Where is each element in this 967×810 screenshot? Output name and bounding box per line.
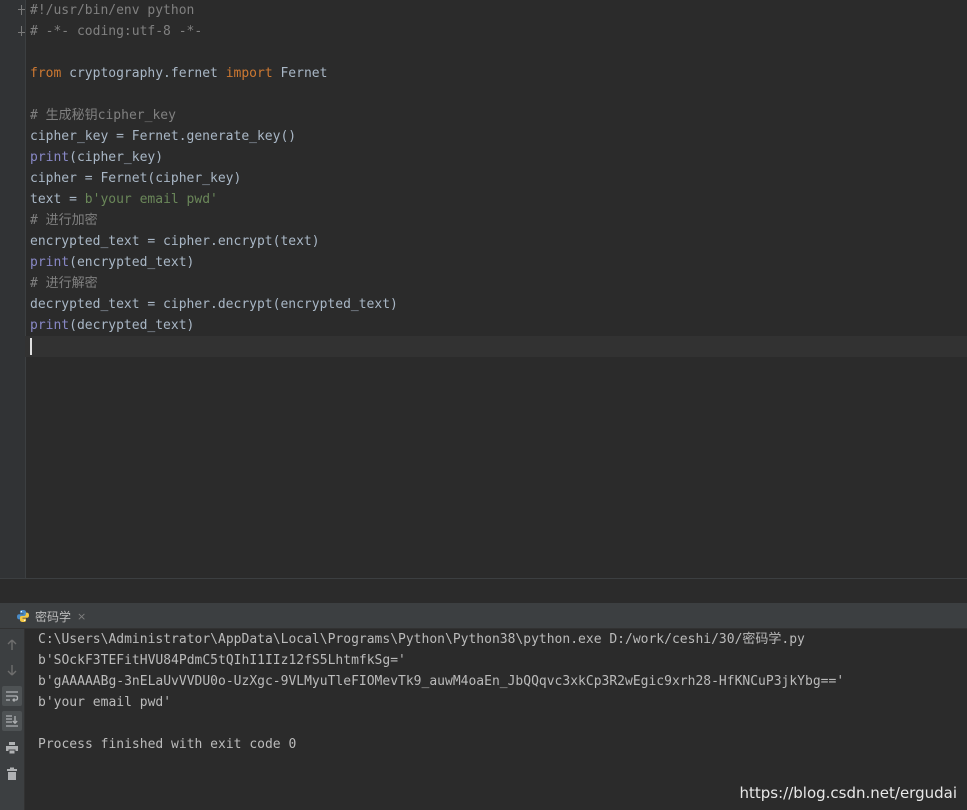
code-token: cipher = Fernet(cipher_key) bbox=[30, 171, 242, 186]
code-token: (decrypted_text) bbox=[69, 318, 195, 333]
code-line[interactable]: text = b'your email pwd' bbox=[30, 189, 967, 210]
code-line[interactable] bbox=[25, 336, 967, 357]
code-line[interactable] bbox=[30, 84, 967, 105]
code-token: cipher_key = Fernet.generate_key() bbox=[30, 129, 297, 144]
console-line: C:\Users\Administrator\AppData\Local\Pro… bbox=[38, 632, 805, 647]
text-caret bbox=[30, 338, 32, 355]
code-line[interactable]: #!/usr/bin/env python bbox=[30, 0, 967, 21]
scroll-to-end-button[interactable] bbox=[2, 711, 22, 731]
code-token: cryptography.fernet bbox=[61, 66, 226, 81]
code-token: print bbox=[30, 150, 70, 165]
code-line[interactable]: # 进行加密 bbox=[30, 210, 967, 231]
close-tab-icon[interactable]: × bbox=[77, 610, 86, 623]
run-toolbar bbox=[0, 629, 25, 810]
code-line[interactable]: # 生成秘钥cipher_key bbox=[30, 105, 967, 126]
code-token: import bbox=[225, 66, 273, 81]
console-line: b'SOckF3TEFitHVU84PdmC5tQIhI1IIz12fS5Lht… bbox=[38, 653, 406, 668]
fold-marker-icon[interactable] bbox=[18, 26, 26, 36]
code-token: print bbox=[30, 255, 70, 270]
code-line[interactable]: print(decrypted_text) bbox=[30, 315, 967, 336]
code-token: # 进行加密 bbox=[30, 213, 98, 228]
console-line: b'gAAAAABg-3nELaUvVVDU0o-UzXgc-9VLMyuTle… bbox=[38, 674, 845, 689]
arrow-down-icon bbox=[7, 665, 17, 676]
print-button[interactable] bbox=[2, 738, 22, 758]
code-token: (cipher_key) bbox=[69, 150, 164, 165]
code-line[interactable]: cipher_key = Fernet.generate_key() bbox=[30, 126, 967, 147]
code-token: # 生成秘钥cipher_key bbox=[30, 108, 176, 123]
code-token: decrypted_text = cipher.decrypt(encrypte… bbox=[30, 297, 398, 312]
code-line[interactable]: encrypted_text = cipher.encrypt(text) bbox=[30, 231, 967, 252]
code-line[interactable]: print(encrypted_text) bbox=[30, 252, 967, 273]
editor-horizontal-scrollbar[interactable] bbox=[0, 578, 967, 604]
code-line[interactable]: cipher = Fernet(cipher_key) bbox=[30, 168, 967, 189]
console-line: b'your email pwd' bbox=[38, 695, 172, 710]
run-tab[interactable]: 密码学 × bbox=[16, 603, 86, 629]
editor-gutter bbox=[0, 0, 26, 578]
code-token: # 进行解密 bbox=[30, 276, 98, 291]
code-line[interactable] bbox=[30, 42, 967, 63]
code-line[interactable]: # 进行解密 bbox=[30, 273, 967, 294]
watermark: https://blog.csdn.net/ergudai bbox=[739, 784, 958, 802]
code-token: print bbox=[30, 318, 70, 333]
code-token: b'your email pwd' bbox=[84, 192, 218, 207]
run-console[interactable]: C:\Users\Administrator\AppData\Local\Pro… bbox=[25, 629, 967, 810]
clear-all-button[interactable] bbox=[2, 764, 22, 784]
code-token: #!/usr/bin/env python bbox=[30, 3, 195, 18]
code-area[interactable]: #!/usr/bin/env python # -*- coding:utf-8 … bbox=[25, 0, 967, 357]
rerun-down-button[interactable] bbox=[2, 660, 22, 680]
run-tab-label: 密码学 bbox=[35, 609, 72, 624]
code-line[interactable]: from cryptography.fernet import Fernet bbox=[30, 63, 967, 84]
code-line[interactable]: print(cipher_key) bbox=[30, 147, 967, 168]
code-token: encrypted_text = cipher.encrypt(text) bbox=[30, 234, 320, 249]
rerun-up-button[interactable] bbox=[2, 635, 22, 655]
console-output: C:\Users\Administrator\AppData\Local\Pro… bbox=[38, 629, 844, 755]
code-token: # -*- coding:utf-8 -*- bbox=[30, 24, 203, 39]
code-token: from bbox=[30, 66, 62, 81]
run-panel-header: 密码学 × bbox=[0, 603, 967, 629]
scroll-to-end-icon bbox=[6, 715, 18, 727]
code-token: Fernet bbox=[272, 66, 328, 81]
code-line[interactable]: decrypted_text = cipher.decrypt(encrypte… bbox=[30, 294, 967, 315]
print-icon bbox=[6, 742, 18, 755]
fold-marker-icon[interactable] bbox=[18, 5, 26, 15]
trash-icon bbox=[7, 767, 17, 780]
soft-wrap-icon bbox=[6, 691, 19, 702]
code-editor[interactable]: #!/usr/bin/env python # -*- coding:utf-8 … bbox=[0, 0, 967, 578]
console-line: Process finished with exit code 0 bbox=[38, 737, 297, 752]
python-icon bbox=[17, 610, 29, 622]
arrow-up-icon bbox=[7, 639, 17, 650]
code-token: text = bbox=[30, 192, 85, 207]
code-token: (encrypted_text) bbox=[69, 255, 195, 270]
soft-wrap-button[interactable] bbox=[2, 686, 22, 706]
code-line[interactable]: # -*- coding:utf-8 -*- bbox=[30, 21, 967, 42]
